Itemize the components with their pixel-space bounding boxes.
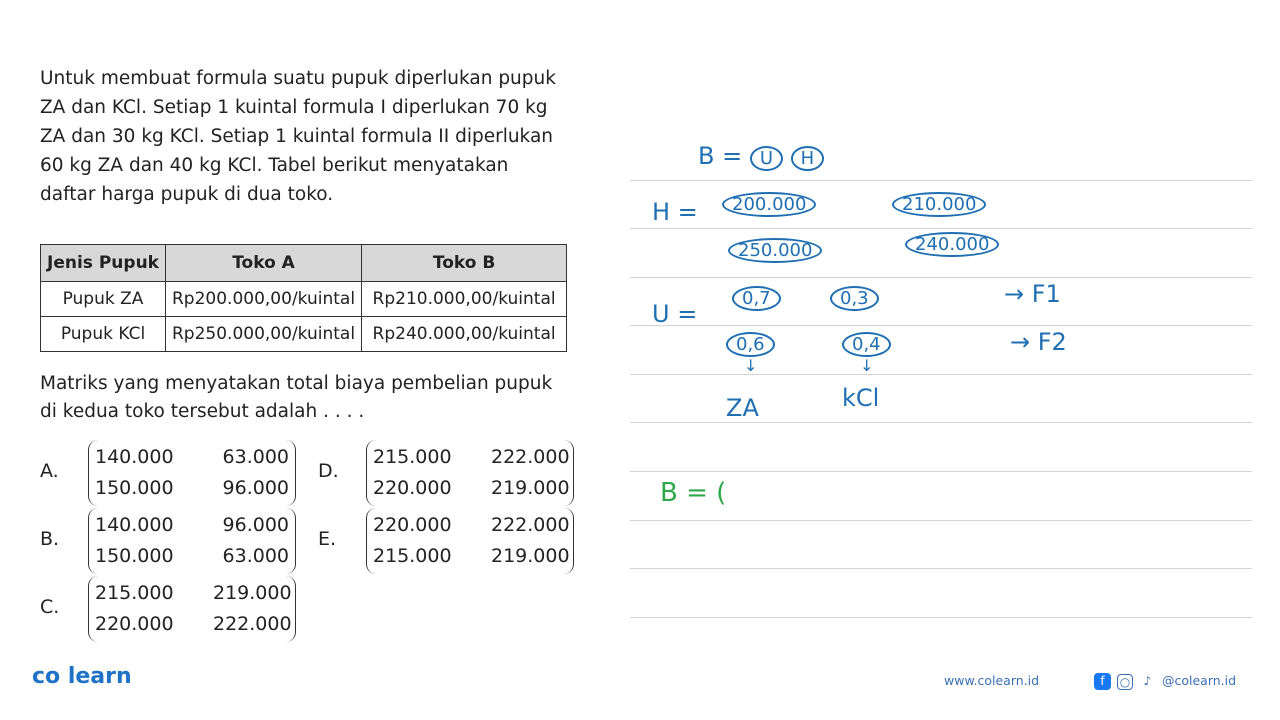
social-links: f ○ ♪ @colearn.id [1094, 673, 1236, 690]
ruled-line [630, 520, 1252, 521]
matrix-entry: 150.000 [95, 477, 174, 499]
table-row: Pupuk KCl Rp250.000,00/kuintal Rp240.000… [40, 316, 568, 352]
ruled-line [630, 617, 1252, 618]
note-u-val: 0,7 [732, 282, 781, 311]
cell: Pupuk KCl [40, 316, 166, 352]
matrix-entry: 220.000 [373, 477, 452, 499]
header-toko-a: Toko A [164, 244, 363, 282]
matrix-entry: 222.000 [491, 446, 570, 468]
question-ask: Matriks yang menyatakan total biaya pemb… [40, 373, 553, 422]
matrix-entry: 222.000 [213, 613, 292, 635]
ruled-line [630, 374, 1252, 375]
note-h-val: 200.000 [722, 188, 817, 217]
arrow-down-icon: ↓ [744, 356, 758, 375]
matrix-entry: 140.000 [95, 446, 174, 468]
note-h-val: 240.000 [905, 228, 1000, 257]
tiktok-icon[interactable]: ♪ [1139, 673, 1156, 690]
matrix-entry: 215.000 [95, 582, 174, 604]
ruled-line [630, 471, 1252, 472]
matrix-entry: 220.000 [95, 613, 174, 635]
arrow-down-icon: ↓ [860, 356, 874, 375]
cell: Rp240.000,00/kuintal [361, 316, 568, 352]
ruled-line [630, 325, 1252, 326]
note-za: ZA [726, 394, 759, 422]
colearn-logo: co learn [32, 664, 132, 689]
choice-matrix: 215.000 222.000 220.000 219.000 [366, 440, 574, 506]
cell: Pupuk ZA [40, 281, 166, 317]
matrix-entry: 150.000 [95, 545, 174, 567]
matrix-entry: 219.000 [491, 545, 570, 567]
matrix-entry: 63.000 [222, 545, 289, 567]
note-h-eq: H = [652, 198, 698, 226]
matrix-entry: 215.000 [373, 446, 452, 468]
note-kcl: kCl [842, 384, 880, 412]
matrix-entry: 215.000 [373, 545, 452, 567]
ruled-line [630, 180, 1252, 181]
question-intro: Untuk membuat formula suatu pupuk diperl… [40, 68, 556, 205]
note-u-eq: U = [652, 300, 698, 328]
choice-label: E. [318, 528, 337, 550]
choice-matrix: 140.000 63.000 150.000 96.000 [88, 440, 296, 506]
table-row: Pupuk ZA Rp200.000,00/kuintal Rp210.000,… [40, 281, 568, 317]
cell: Rp210.000,00/kuintal [361, 281, 568, 317]
choice-matrix: 215.000 219.000 220.000 222.000 [88, 576, 296, 642]
header-toko-b: Toko B [361, 244, 568, 282]
website-link[interactable]: www.colearn.id [944, 673, 1039, 688]
social-handle: @colearn.id [1162, 673, 1237, 688]
note-h: H [790, 146, 825, 171]
choice-matrix: 140.000 96.000 150.000 63.000 [88, 508, 296, 574]
matrix-entry: 219.000 [491, 477, 570, 499]
note-h-val: 210.000 [892, 188, 987, 217]
note-u-val: 0,4 [842, 328, 891, 357]
choice-label: C. [40, 596, 60, 618]
matrix-entry: 96.000 [222, 514, 289, 536]
choice-matrix: 220.000 222.000 215.000 219.000 [366, 508, 574, 574]
note-u: U [749, 146, 784, 171]
ruled-line [630, 568, 1252, 569]
ruled-line [630, 422, 1252, 423]
ruled-line [630, 277, 1252, 278]
choice-label: A. [40, 460, 59, 482]
note-b-eq: B = U H [698, 142, 825, 171]
cell: Rp250.000,00/kuintal [164, 316, 363, 352]
price-table: Jenis Pupuk Toko A Toko B Pupuk ZA Rp200… [40, 244, 568, 352]
matrix-entry: 219.000 [213, 582, 292, 604]
choice-label: B. [40, 528, 60, 550]
matrix-entry: 220.000 [373, 514, 452, 536]
matrix-entry: 140.000 [95, 514, 174, 536]
choice-label: D. [318, 460, 339, 482]
note-b-result: B = ( [660, 478, 727, 508]
header-jenis: Jenis Pupuk [40, 244, 166, 282]
note-f1: → F1 [1004, 280, 1061, 308]
note-u-val: 0,6 [726, 328, 775, 357]
matrix-entry: 222.000 [491, 514, 570, 536]
matrix-entry: 96.000 [222, 477, 289, 499]
note-h-val: 250.000 [728, 234, 823, 263]
cell: Rp200.000,00/kuintal [164, 281, 363, 317]
instagram-icon[interactable]: ○ [1117, 673, 1133, 690]
note-f2: → F2 [1010, 328, 1067, 356]
matrix-entry: 63.000 [222, 446, 289, 468]
facebook-icon[interactable]: f [1094, 673, 1111, 690]
note-u-val: 0,3 [830, 282, 879, 311]
